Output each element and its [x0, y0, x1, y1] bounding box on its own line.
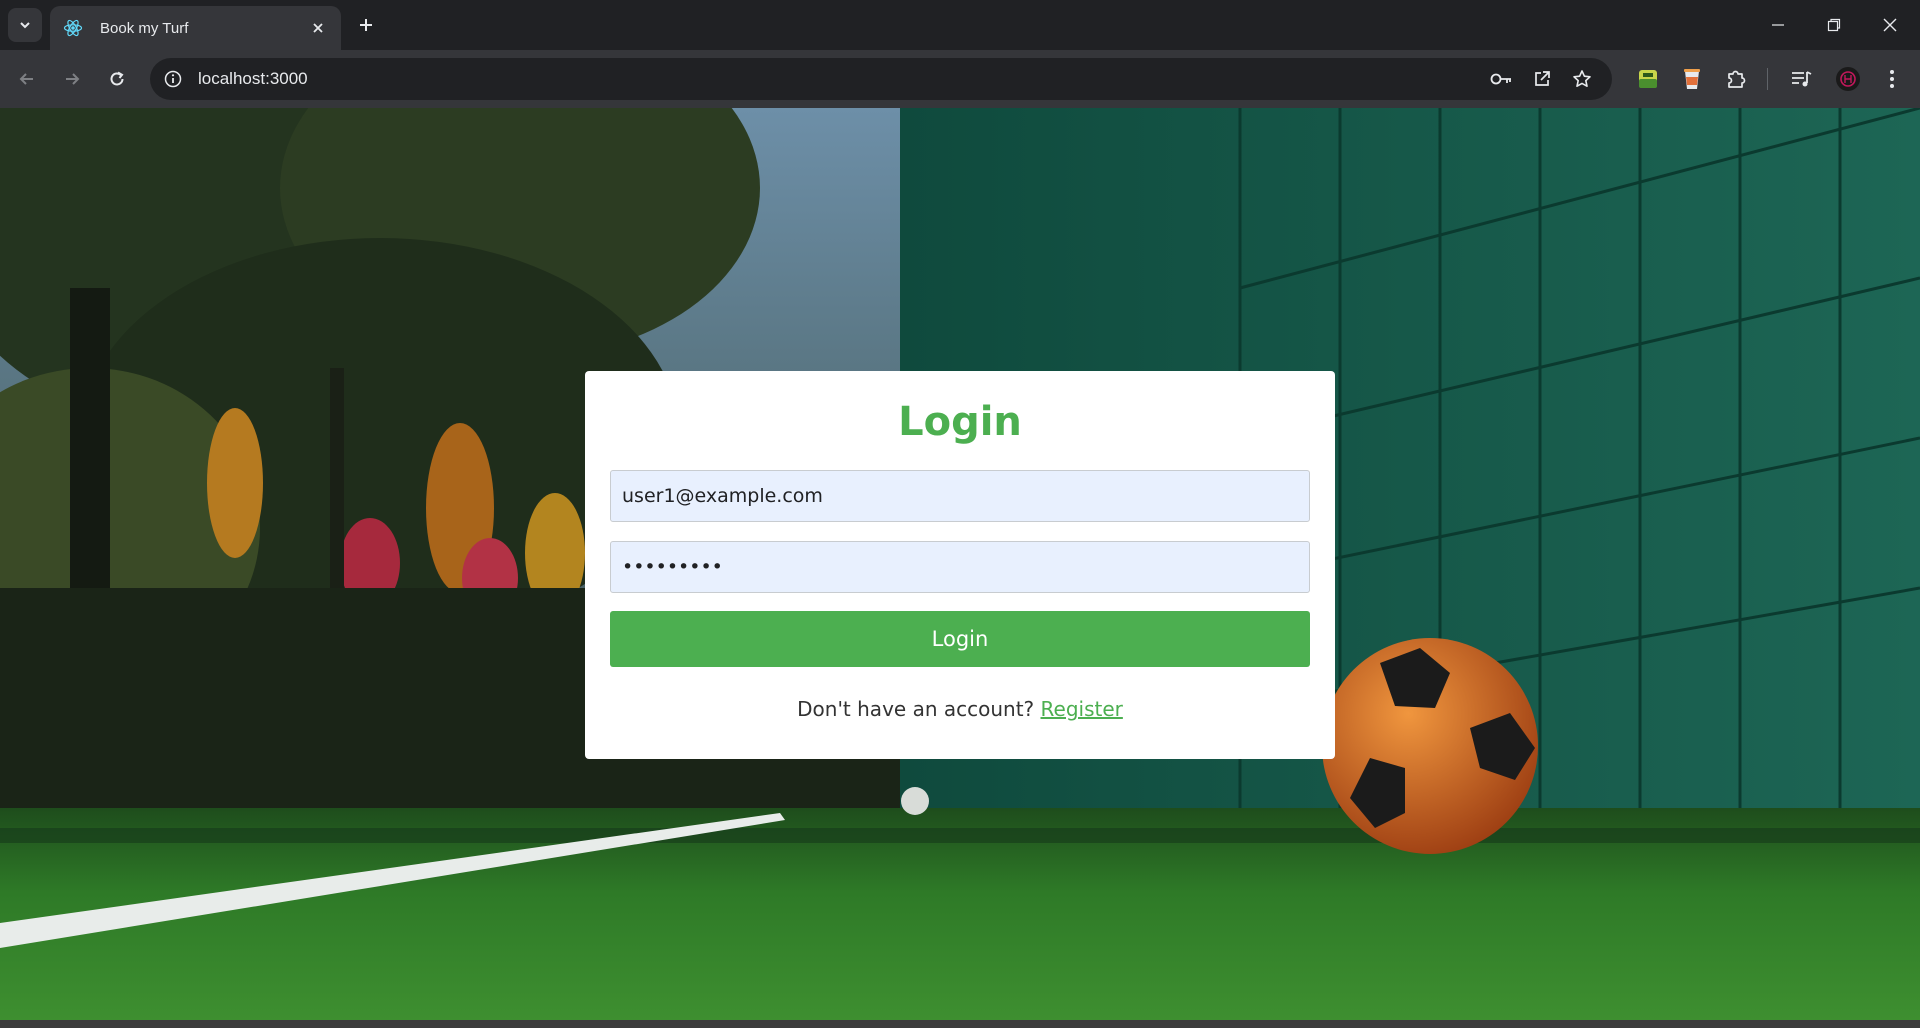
url-text: localhost:3000 — [198, 69, 308, 88]
minimize-icon — [1772, 24, 1784, 26]
profile-avatar[interactable] — [1833, 64, 1863, 94]
bottom-edge — [0, 1020, 1920, 1028]
star-icon[interactable] — [1570, 67, 1594, 91]
menu-kebab-icon[interactable] — [1877, 64, 1907, 94]
login-title: Login — [898, 399, 1022, 445]
tab-title: Book my Turf — [100, 19, 189, 37]
register-link[interactable]: Register — [1041, 697, 1123, 721]
media-controls-icon[interactable] — [1786, 64, 1816, 94]
restore-icon — [1827, 18, 1841, 32]
toolbar-divider — [1767, 68, 1768, 90]
extension-cup-icon[interactable] — [1677, 64, 1707, 94]
email-input[interactable] — [610, 470, 1310, 522]
extension-gameboy-icon[interactable] — [1633, 64, 1663, 94]
plus-icon — [360, 19, 372, 31]
site-info-icon[interactable] — [162, 68, 184, 90]
close-tab-icon[interactable] — [307, 17, 329, 39]
minimize-button[interactable] — [1750, 0, 1806, 50]
close-icon — [1883, 18, 1897, 32]
register-prompt: Don't have an account? Register — [585, 697, 1335, 721]
tab-search-button[interactable] — [8, 8, 42, 42]
restore-button[interactable] — [1806, 0, 1862, 50]
browser-tab-active[interactable]: Book my Turf — [50, 6, 341, 50]
browser-toolbar: localhost:3000 — [0, 50, 1920, 108]
address-bar[interactable]: localhost:3000 — [150, 58, 1612, 100]
reload-button[interactable] — [100, 62, 134, 96]
back-button[interactable] — [10, 62, 44, 96]
login-card: Login Login Don't have an account? Regis… — [585, 371, 1335, 759]
extensions-puzzle-icon[interactable] — [1721, 64, 1751, 94]
react-icon — [62, 17, 84, 39]
key-icon[interactable] — [1490, 67, 1514, 91]
password-input[interactable] — [610, 541, 1310, 593]
forward-button[interactable] — [55, 62, 89, 96]
arrow-right-icon — [66, 73, 80, 85]
browser-tabstrip: Book my Turf — [0, 0, 1920, 50]
page-viewport: Login Login Don't have an account? Regis… — [0, 108, 1920, 1020]
reload-icon — [110, 71, 124, 86]
login-button[interactable]: Login — [610, 611, 1310, 667]
close-window-button[interactable] — [1862, 0, 1918, 50]
new-tab-button[interactable] — [352, 11, 380, 39]
open-in-app-icon[interactable] — [1530, 67, 1554, 91]
arrow-left-icon — [19, 73, 33, 85]
chevron-down-icon — [20, 22, 30, 29]
register-prompt-text: Don't have an account? — [797, 697, 1035, 721]
